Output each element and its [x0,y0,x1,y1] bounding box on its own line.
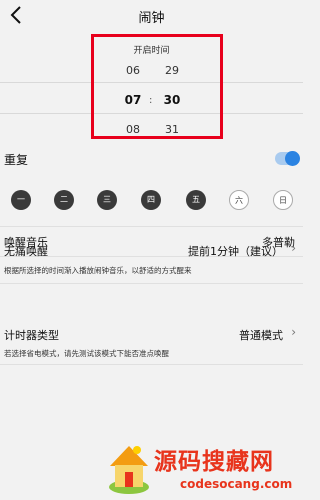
timer-label: 计时器类型 [4,329,59,342]
day-fri-button[interactable]: 五 [186,190,206,210]
gentle-description: 根据所选择的时间渐入播放闹钟音乐，以舒适的方式醒来 [4,266,192,275]
page-title: 闹钟 [138,11,165,26]
repeat-toggle[interactable] [275,151,300,166]
day-wed-button[interactable]: 三 [97,190,117,210]
watermark-text: 源码搜藏网 [154,449,274,475]
repeat-label: 重复 [4,153,29,167]
house-logo-icon [109,446,149,494]
header-bar: 闹钟 [0,0,303,32]
toggle-knob [285,151,300,166]
chevron-right-icon: › [291,241,296,255]
watermark-url: codesocang.com [180,477,293,491]
chevron-right-icon: › [291,325,296,339]
day-tue-button[interactable]: 二 [54,190,74,210]
timer-description: 若选择省电模式，请先测试该模式下能否准点唤醒 [4,349,169,358]
gentle-value: 提前1分钟（建议） [188,245,283,258]
gentle-label: 无痛唤醒 [4,245,48,258]
timer-value: 普通模式 [239,329,283,342]
highlight-box [91,34,223,139]
day-mon-button[interactable]: 一 [11,190,31,210]
day-sun-button[interactable]: 日 [273,190,293,210]
day-thu-button[interactable]: 四 [141,190,161,210]
divider [0,226,303,227]
watermark: 源码搜藏网 codesocang.com [100,438,300,500]
divider [0,364,303,365]
day-sat-button[interactable]: 六 [229,190,249,210]
divider [0,283,303,284]
